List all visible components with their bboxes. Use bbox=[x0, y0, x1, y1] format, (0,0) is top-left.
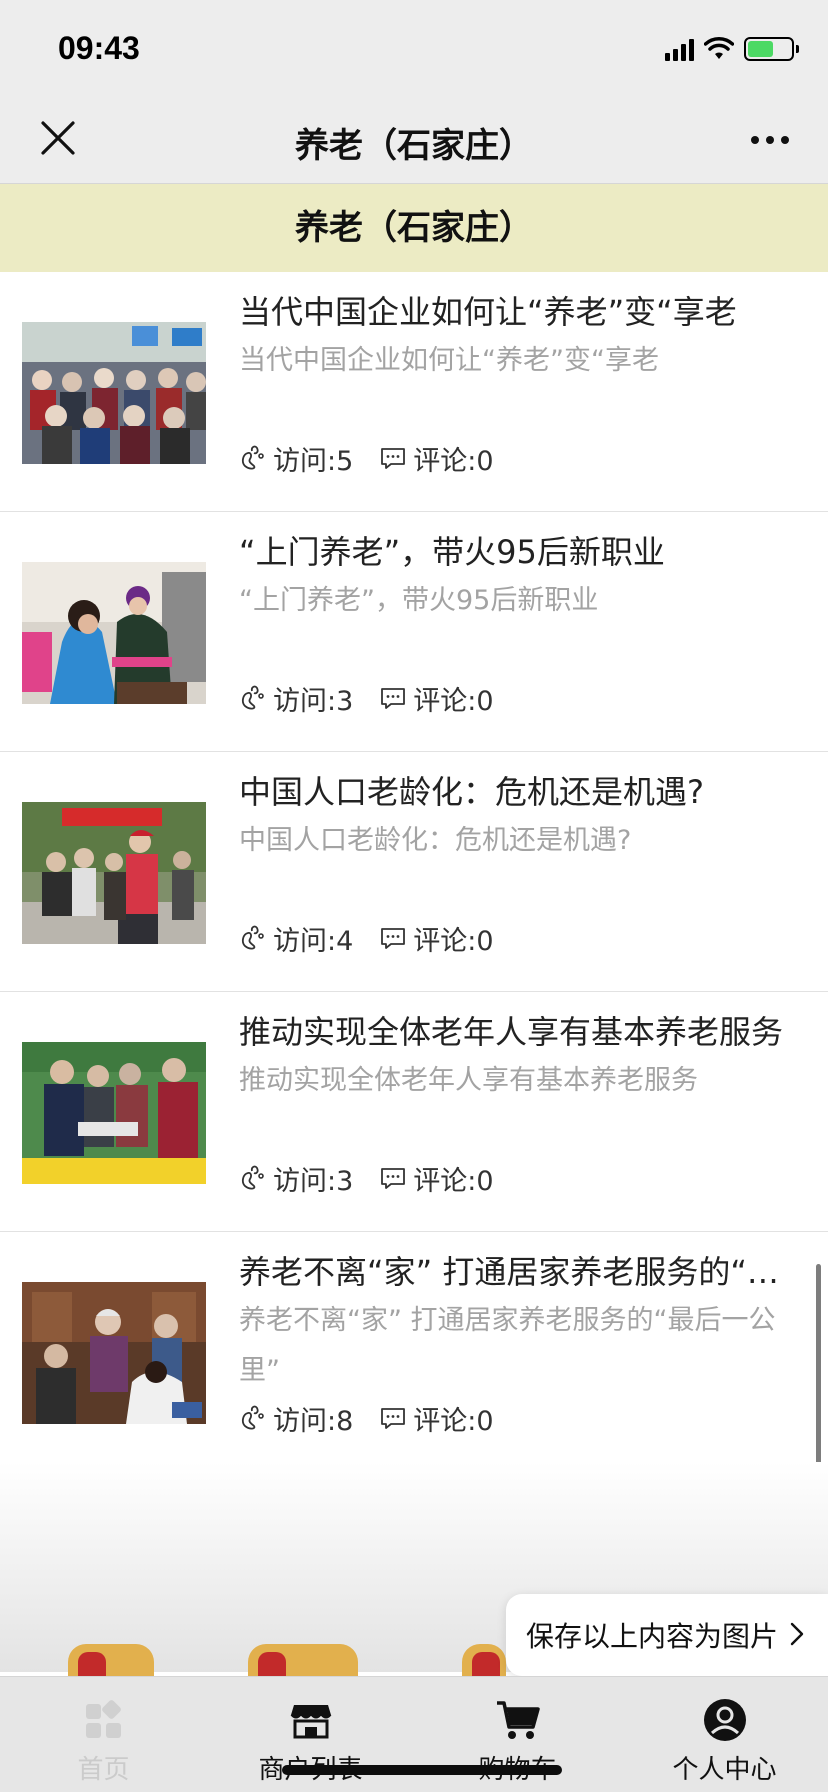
article-thumbnail bbox=[22, 322, 206, 464]
article-thumbnail bbox=[22, 1042, 206, 1184]
article-thumbnail bbox=[22, 1282, 206, 1424]
article-meta: 访问:4 评论:0 bbox=[239, 918, 494, 958]
article-meta: 访问:8 评论:0 bbox=[239, 1398, 494, 1438]
cart-icon bbox=[496, 1701, 540, 1739]
store-icon bbox=[290, 1705, 331, 1739]
status-time: 09:43 bbox=[58, 30, 140, 66]
article-title: 中国人口老龄化：危机还是机遇? bbox=[239, 773, 704, 811]
article-summary: 中国人口老龄化：危机还是机遇? bbox=[239, 825, 632, 856]
article-title: 当代中国企业如何让“养老”变“享老 bbox=[239, 293, 737, 331]
comment-count: 评论:0 bbox=[413, 685, 494, 717]
article-item[interactable]: 当代中国企业如何让“养老”变“享老 当代中国企业如何让“养老”变“享老 访问:5… bbox=[0, 272, 828, 512]
article-meta: 访问:3 评论:0 bbox=[239, 678, 494, 718]
home-indicator bbox=[282, 1765, 562, 1775]
footprint-icon bbox=[241, 1165, 264, 1190]
article-summary: 推动实现全体老年人享有基本养老服务 bbox=[239, 1065, 698, 1096]
comment-bubble-icon bbox=[381, 688, 406, 709]
nav-bar: 养老（石家庄） bbox=[0, 96, 828, 184]
decorative-banner-shape bbox=[248, 1644, 358, 1678]
article-summary: 养老不离“家” 打通居家养老服务的“最后一公里” bbox=[239, 1305, 776, 1386]
home-grid-icon bbox=[85, 1700, 121, 1738]
article-summary: “上门养老”，带火95后新职业 bbox=[239, 585, 599, 616]
article-summary: 当代中国企业如何让“养老”变“享老 bbox=[239, 345, 659, 376]
comment-bubble-icon bbox=[381, 1408, 406, 1429]
comment-bubble-icon bbox=[381, 1168, 406, 1189]
decorative-banner-shape bbox=[68, 1644, 154, 1678]
more-dots-icon[interactable] bbox=[742, 118, 798, 162]
footprint-icon bbox=[241, 1405, 264, 1430]
article-list: 当代中国企业如何让“养老”变“享老 当代中国企业如何让“养老”变“享老 访问:5… bbox=[0, 272, 828, 1472]
article-thumbnail bbox=[22, 562, 206, 704]
page-title: 养老（石家庄） bbox=[295, 126, 533, 166]
footprint-icon bbox=[241, 685, 264, 710]
section-title-banner: 养老（石家庄） bbox=[0, 184, 828, 272]
cellular-signal-icon bbox=[665, 37, 694, 61]
article-title: “上门养老”，带火95后新职业 bbox=[239, 533, 665, 571]
status-bar: 09:43 bbox=[0, 0, 828, 96]
article-title: 养老不离“家” 打通居家养老服务的“… bbox=[239, 1253, 779, 1291]
save-as-image-button[interactable]: 保存以上内容为图片 bbox=[506, 1594, 828, 1676]
article-item[interactable]: 养老不离“家” 打通居家养老服务的“… 养老不离“家” 打通居家养老服务的“最后… bbox=[0, 1232, 828, 1472]
visit-count: 访问:3 bbox=[273, 1165, 354, 1197]
footprint-icon bbox=[241, 445, 264, 470]
user-icon bbox=[703, 1699, 746, 1741]
comment-bubble-icon bbox=[381, 928, 406, 949]
article-item[interactable]: 推动实现全体老年人享有基本养老服务 推动实现全体老年人享有基本养老服务 访问:3… bbox=[0, 992, 828, 1232]
save-as-image-label: 保存以上内容为图片 bbox=[526, 1620, 779, 1653]
article-item[interactable]: 中国人口老龄化：危机还是机遇? 中国人口老龄化：危机还是机遇? 访问:4 评论:… bbox=[0, 752, 828, 992]
comment-count: 评论:0 bbox=[413, 445, 494, 477]
tab-label: 首页 bbox=[77, 1755, 130, 1785]
visit-count: 访问:3 bbox=[273, 685, 354, 717]
tab-home[interactable]: 首页 bbox=[0, 1677, 207, 1792]
article-meta: 访问:5 评论:0 bbox=[239, 438, 494, 478]
comment-count: 评论:0 bbox=[413, 925, 494, 957]
battery-charging-icon bbox=[744, 37, 799, 61]
visit-count: 访问:5 bbox=[273, 445, 354, 477]
tab-label: 个人中心 bbox=[672, 1755, 777, 1785]
article-meta: 访问:3 评论:0 bbox=[239, 1158, 494, 1198]
article-title: 推动实现全体老年人享有基本养老服务 bbox=[239, 1013, 784, 1051]
article-thumbnail bbox=[22, 802, 206, 944]
footprint-icon bbox=[241, 925, 264, 950]
wifi-icon bbox=[704, 37, 734, 59]
comment-count: 评论:0 bbox=[413, 1405, 494, 1437]
tab-profile[interactable]: 个人中心 bbox=[621, 1677, 828, 1792]
comment-bubble-icon bbox=[381, 448, 406, 469]
decorative-banner-shape bbox=[462, 1644, 506, 1678]
visit-count: 访问:4 bbox=[273, 925, 354, 957]
status-icons bbox=[665, 32, 799, 66]
visit-count: 访问:8 bbox=[273, 1405, 354, 1437]
article-item[interactable]: “上门养老”，带火95后新职业 “上门养老”，带火95后新职业 访问:3 评论:… bbox=[0, 512, 828, 752]
chevron-right-icon bbox=[790, 1622, 804, 1646]
comment-count: 评论:0 bbox=[413, 1165, 494, 1197]
